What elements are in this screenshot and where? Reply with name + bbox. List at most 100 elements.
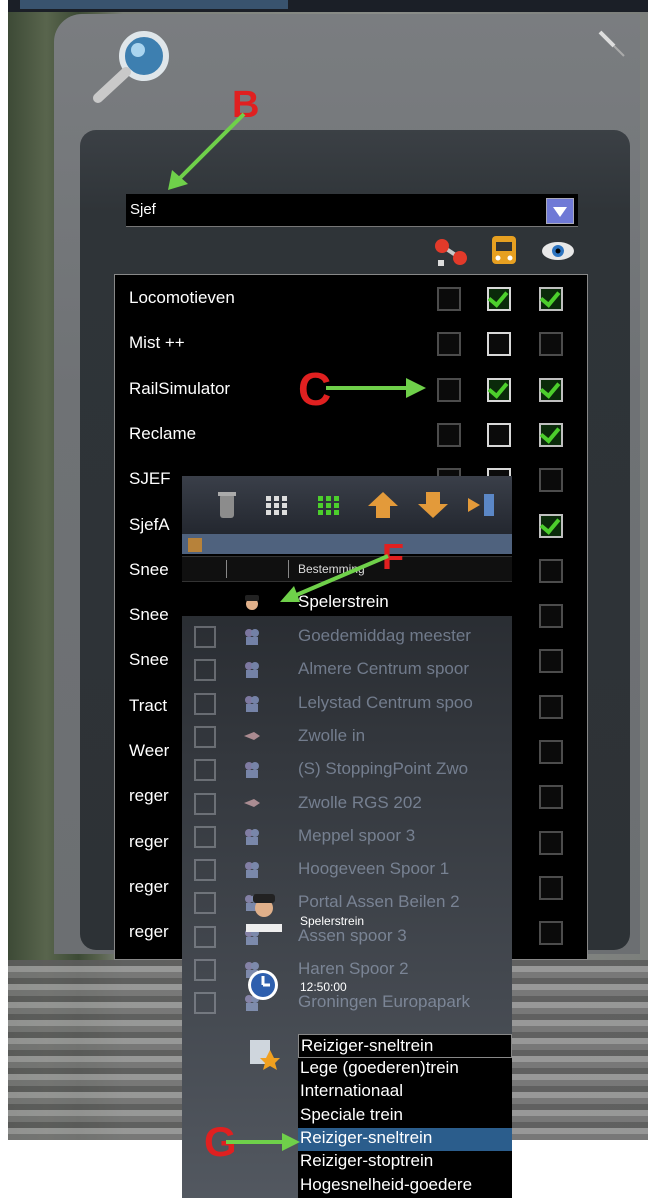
layer-filter-value: Sjef [130,201,156,218]
order-destination: (S) StoppingPoint Zwo [298,759,469,779]
visible-checkbox[interactable] [539,921,563,946]
order-checkbox[interactable] [194,925,216,948]
order-destination: Almere Centrum spoor [298,659,470,679]
visible-checkbox[interactable] [539,287,563,311]
order-checkbox[interactable] [194,626,216,648]
order-destination: Zwolle RGS 202 [298,792,422,812]
chevron-down-icon[interactable] [546,198,574,224]
start-time-value[interactable]: 12:50:00 [300,980,347,994]
order-destination: Hoogeveen Spoor 1 [298,859,450,879]
driver-icon [245,595,259,610]
visible-checkbox[interactable] [539,422,563,447]
order-row[interactable]: Zwolle in [182,720,512,753]
train-type-selected[interactable]: Reiziger-sneltrein [298,1034,512,1058]
eye-icon [542,242,574,260]
visible-checkbox[interactable] [539,513,563,538]
visible-checkbox[interactable] [539,694,563,719]
order-checkbox[interactable] [194,792,216,815]
order-destination: Portal Assen Beilen 2 [298,892,460,912]
signal-checkbox[interactable] [437,287,461,311]
layer-label: RailSimulator [129,378,231,398]
visible-checkbox[interactable] [539,875,563,900]
order-checkbox[interactable] [194,659,216,682]
train-checkbox[interactable] [487,422,511,447]
order-destination: Meppel spoor 3 [298,825,416,845]
layer-label: reger [129,831,169,851]
order-destination: Haren Spoor 2 [298,959,409,978]
order-destination: Groningen Europapark [298,992,471,1012]
order-row[interactable]: Meppel spoor 3 [182,820,512,853]
visible-checkbox[interactable] [539,649,563,674]
order-checkbox[interactable] [194,692,216,715]
visible-checkbox[interactable] [539,558,563,583]
trash-icon[interactable] [210,488,244,522]
order-row[interactable]: Goedemiddag meester [182,620,512,653]
signal-checkbox[interactable] [437,422,461,447]
train-checkbox[interactable] [487,332,511,357]
move-down-icon[interactable] [416,488,450,522]
annotation-arrow-c [326,378,426,398]
grid-white-icon[interactable] [260,488,294,522]
layer-label: Weer [129,741,170,760]
visible-checkbox[interactable] [539,332,563,357]
train-type-option[interactable]: Reiziger-stoptrein [298,1151,512,1174]
train-type-option[interactable]: Internationaal [298,1081,512,1104]
order-destination: Lelystad Centrum spoo [298,692,473,712]
order-row[interactable]: Groningen Europapark [182,986,512,1019]
annotation-arrow-g [226,1133,300,1151]
visible-checkbox[interactable] [539,740,563,764]
insert-icon[interactable] [464,488,498,522]
train-type-option[interactable]: Reiziger-sneltrein [298,1127,512,1151]
top-tab [20,0,288,9]
layer-label: Snee [129,650,169,670]
order-row[interactable]: (S) StoppingPoint Zwo [182,753,512,786]
orders-progress-strip [182,534,512,554]
order-checkbox[interactable] [194,892,216,915]
order-checkbox[interactable] [194,725,216,748]
signal-checkbox[interactable] [437,332,461,357]
order-row[interactable]: Zwolle RGS 202 [182,787,512,820]
top-toolbar-strip [8,0,648,12]
visible-checkbox[interactable] [539,830,563,855]
order-checkbox[interactable] [194,859,216,882]
order-destination: Zwolle in [298,725,366,745]
layer-row: Reclame [115,415,587,455]
order-row[interactable]: Lelystad Centrum spoo [182,687,512,720]
pin-icon[interactable] [594,26,628,60]
signal-checkbox[interactable] [437,377,461,402]
grid-green-icon[interactable] [312,488,346,522]
order-row[interactable]: Almere Centrum spoor [182,653,512,686]
visible-checkbox[interactable] [539,604,563,629]
column-separator [226,560,227,578]
train-type-option[interactable]: Speciale trein [298,1105,512,1128]
order-checkbox[interactable] [194,759,216,782]
move-up-icon[interactable] [366,488,400,522]
visible-checkbox[interactable] [539,468,563,493]
order-checkbox[interactable] [194,959,216,981]
visible-checkbox[interactable] [539,377,563,402]
order-row[interactable]: Haren Spoor 2 [182,953,512,986]
train-checkbox[interactable] [487,287,511,311]
person-icon [245,695,259,712]
order-destination: Goedemiddag meester [298,626,471,645]
search-icon[interactable] [86,26,176,106]
strip-marker [188,538,202,552]
train-name-value[interactable]: Spelerstrein [300,914,364,928]
layer-filter-dropdown[interactable]: Sjef [126,194,578,227]
layer-label: Snee [129,605,169,625]
layer-row: Mist ++ [115,324,587,364]
layer-label: Snee [129,559,169,579]
train-type-option[interactable]: Hogesnelheid-goedere [298,1175,512,1198]
layer-label: reger [129,786,169,806]
order-checkbox[interactable] [194,825,216,848]
train-checkbox[interactable] [487,377,511,402]
order-checkbox[interactable] [194,992,216,1015]
gear-icon [245,629,259,645]
pointer-icon [244,798,260,807]
train-type-option[interactable]: Lege (goederen)trein [298,1058,512,1081]
visible-checkbox[interactable] [539,785,563,810]
train-type-select[interactable]: Reiziger-sneltrein Lege (goederen)trein I… [298,1034,512,1198]
signal-icon [435,239,467,266]
person-icon [245,762,259,779]
order-row[interactable]: Hoogeveen Spoor 1 [182,853,512,886]
